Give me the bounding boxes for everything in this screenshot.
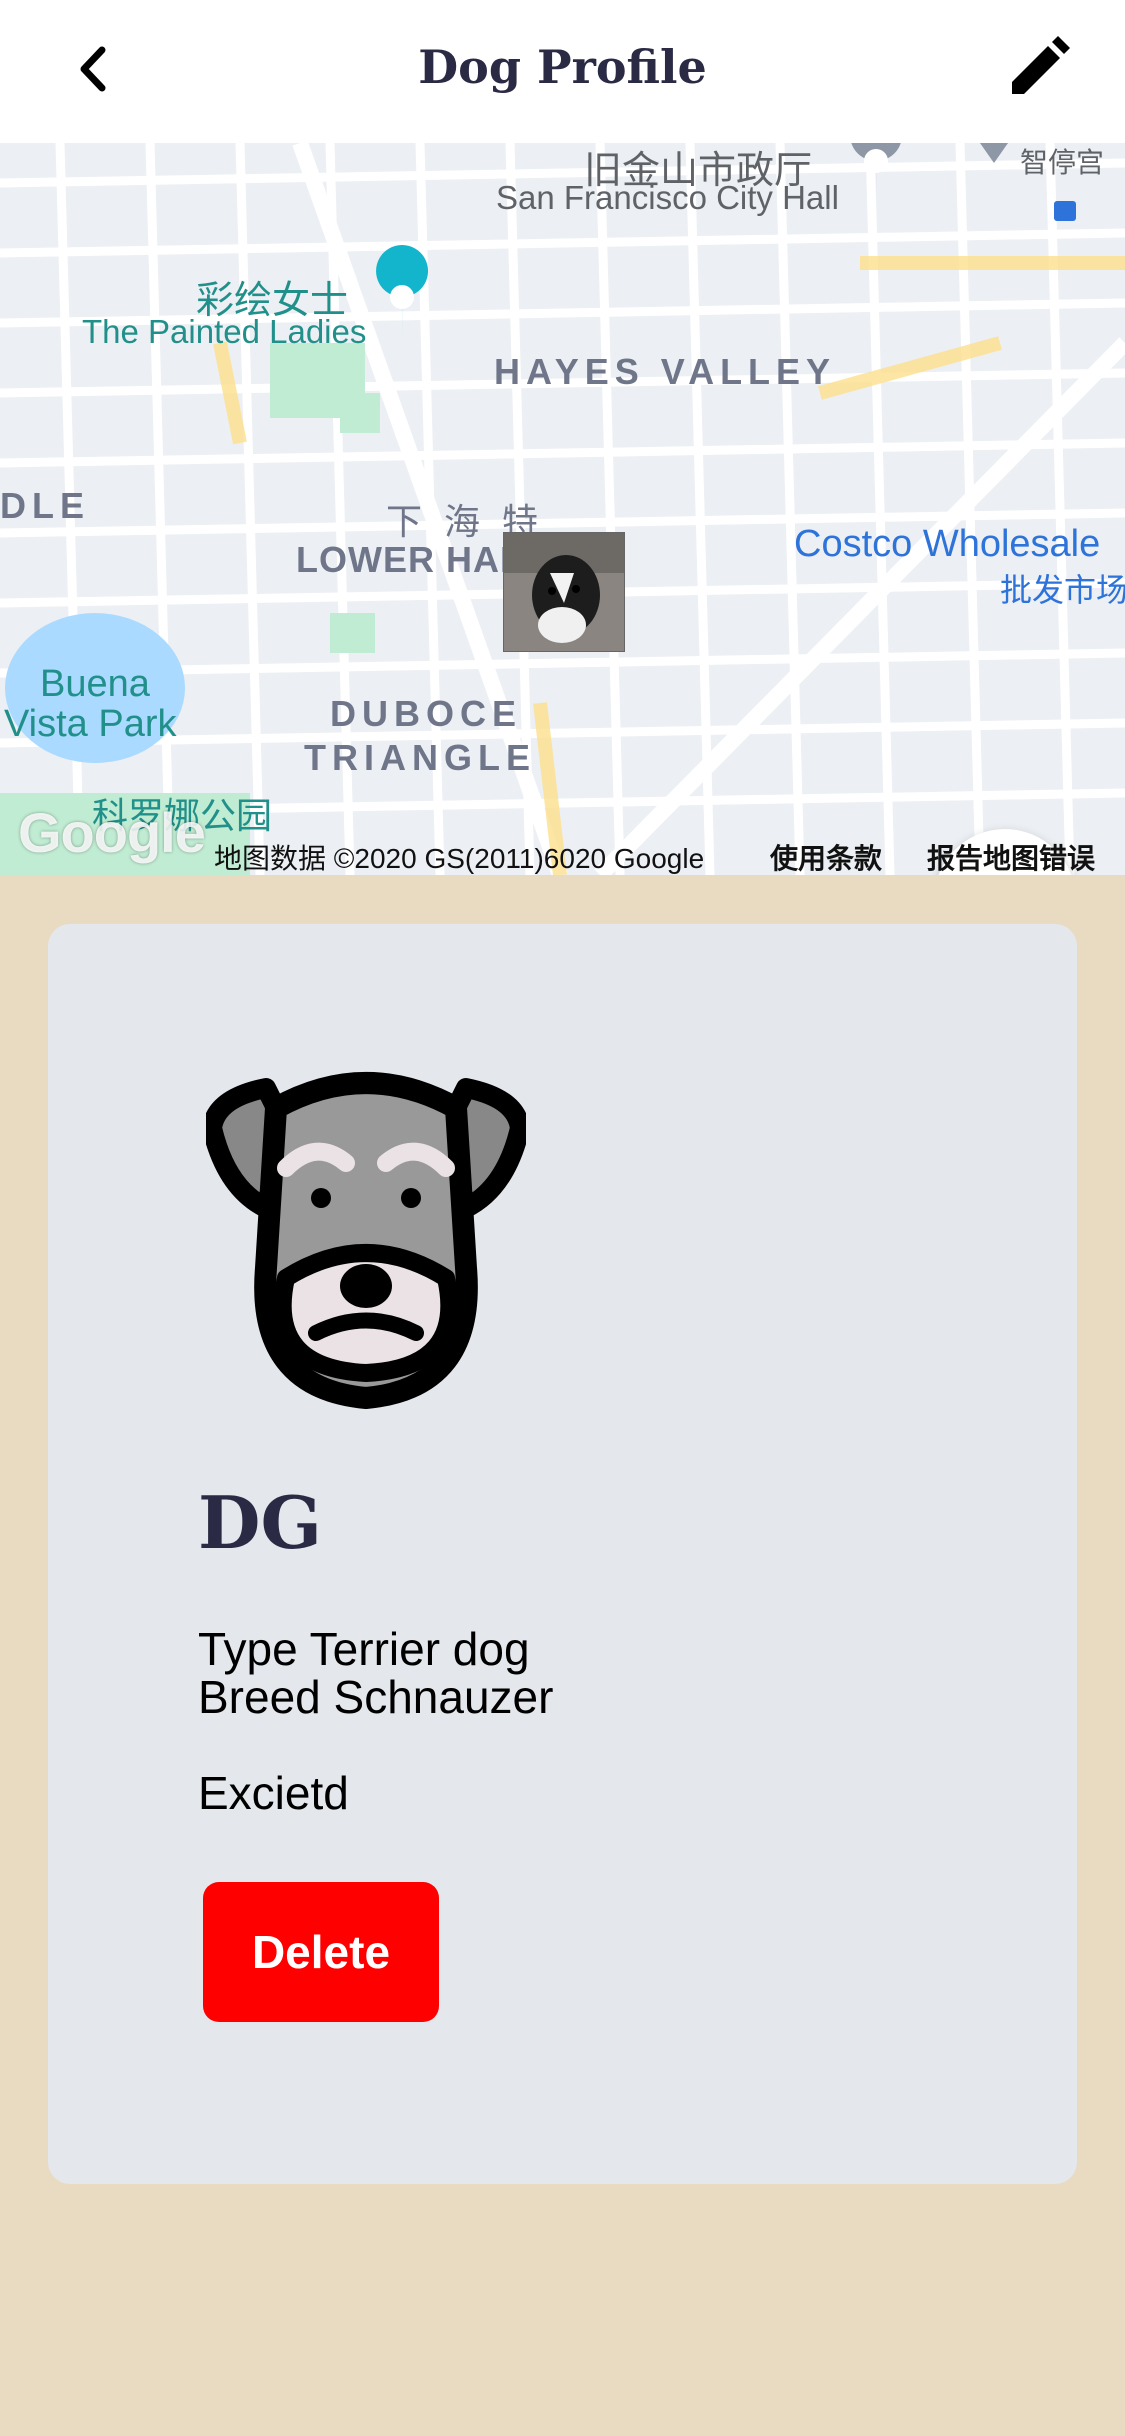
terms-link[interactable]: 使用条款 [770, 837, 882, 877]
map-attribution: 地图数据 ©2020 GS(2011)6020 Google 使用条款 报告地图… [0, 837, 1125, 875]
map-label: Buena [40, 663, 150, 705]
map-label: HAYES VALLEY [494, 351, 837, 392]
map-label: DLE [0, 485, 90, 526]
map-tiles [0, 143, 1125, 875]
page-title: Dog Profile [418, 40, 707, 94]
edit-button[interactable] [1000, 36, 1080, 106]
delete-button[interactable]: Delete [203, 1882, 439, 2022]
dog-mood: Excietd [198, 1767, 349, 1819]
map-label: 智停宫 [1020, 147, 1105, 178]
dog-type: Type Terrier dog [198, 1623, 530, 1675]
map-label: Vista Park [4, 703, 177, 745]
dog-name: DG [198, 1480, 322, 1565]
map-label: 批发市场 [1000, 572, 1125, 608]
map-label: San Francisco City Hall [496, 179, 839, 216]
dog-breed: Breed Schnauzer [198, 1671, 554, 1723]
map-label: TRIANGLE [304, 737, 536, 778]
report-map-error-link[interactable]: 报告地图错误 [927, 837, 1095, 877]
app-header: Dog Profile [0, 0, 1125, 143]
map-view[interactable]: 旧金山市政厅 San Francisco City Hall 智停宫 彩绘女士 … [0, 143, 1125, 875]
map-label: The Painted Ladies [82, 313, 367, 350]
dog-photo-thumbnail [504, 533, 624, 651]
map-label: Costco Wholesale [794, 523, 1101, 565]
schnauzer-icon [206, 1072, 526, 1409]
map-data-text: 地图数据 ©2020 GS(2011)6020 Google [214, 843, 705, 874]
pencil-icon [1012, 36, 1070, 94]
map-label: DUBOCE [330, 693, 523, 734]
dog-location-marker[interactable] [503, 532, 625, 652]
